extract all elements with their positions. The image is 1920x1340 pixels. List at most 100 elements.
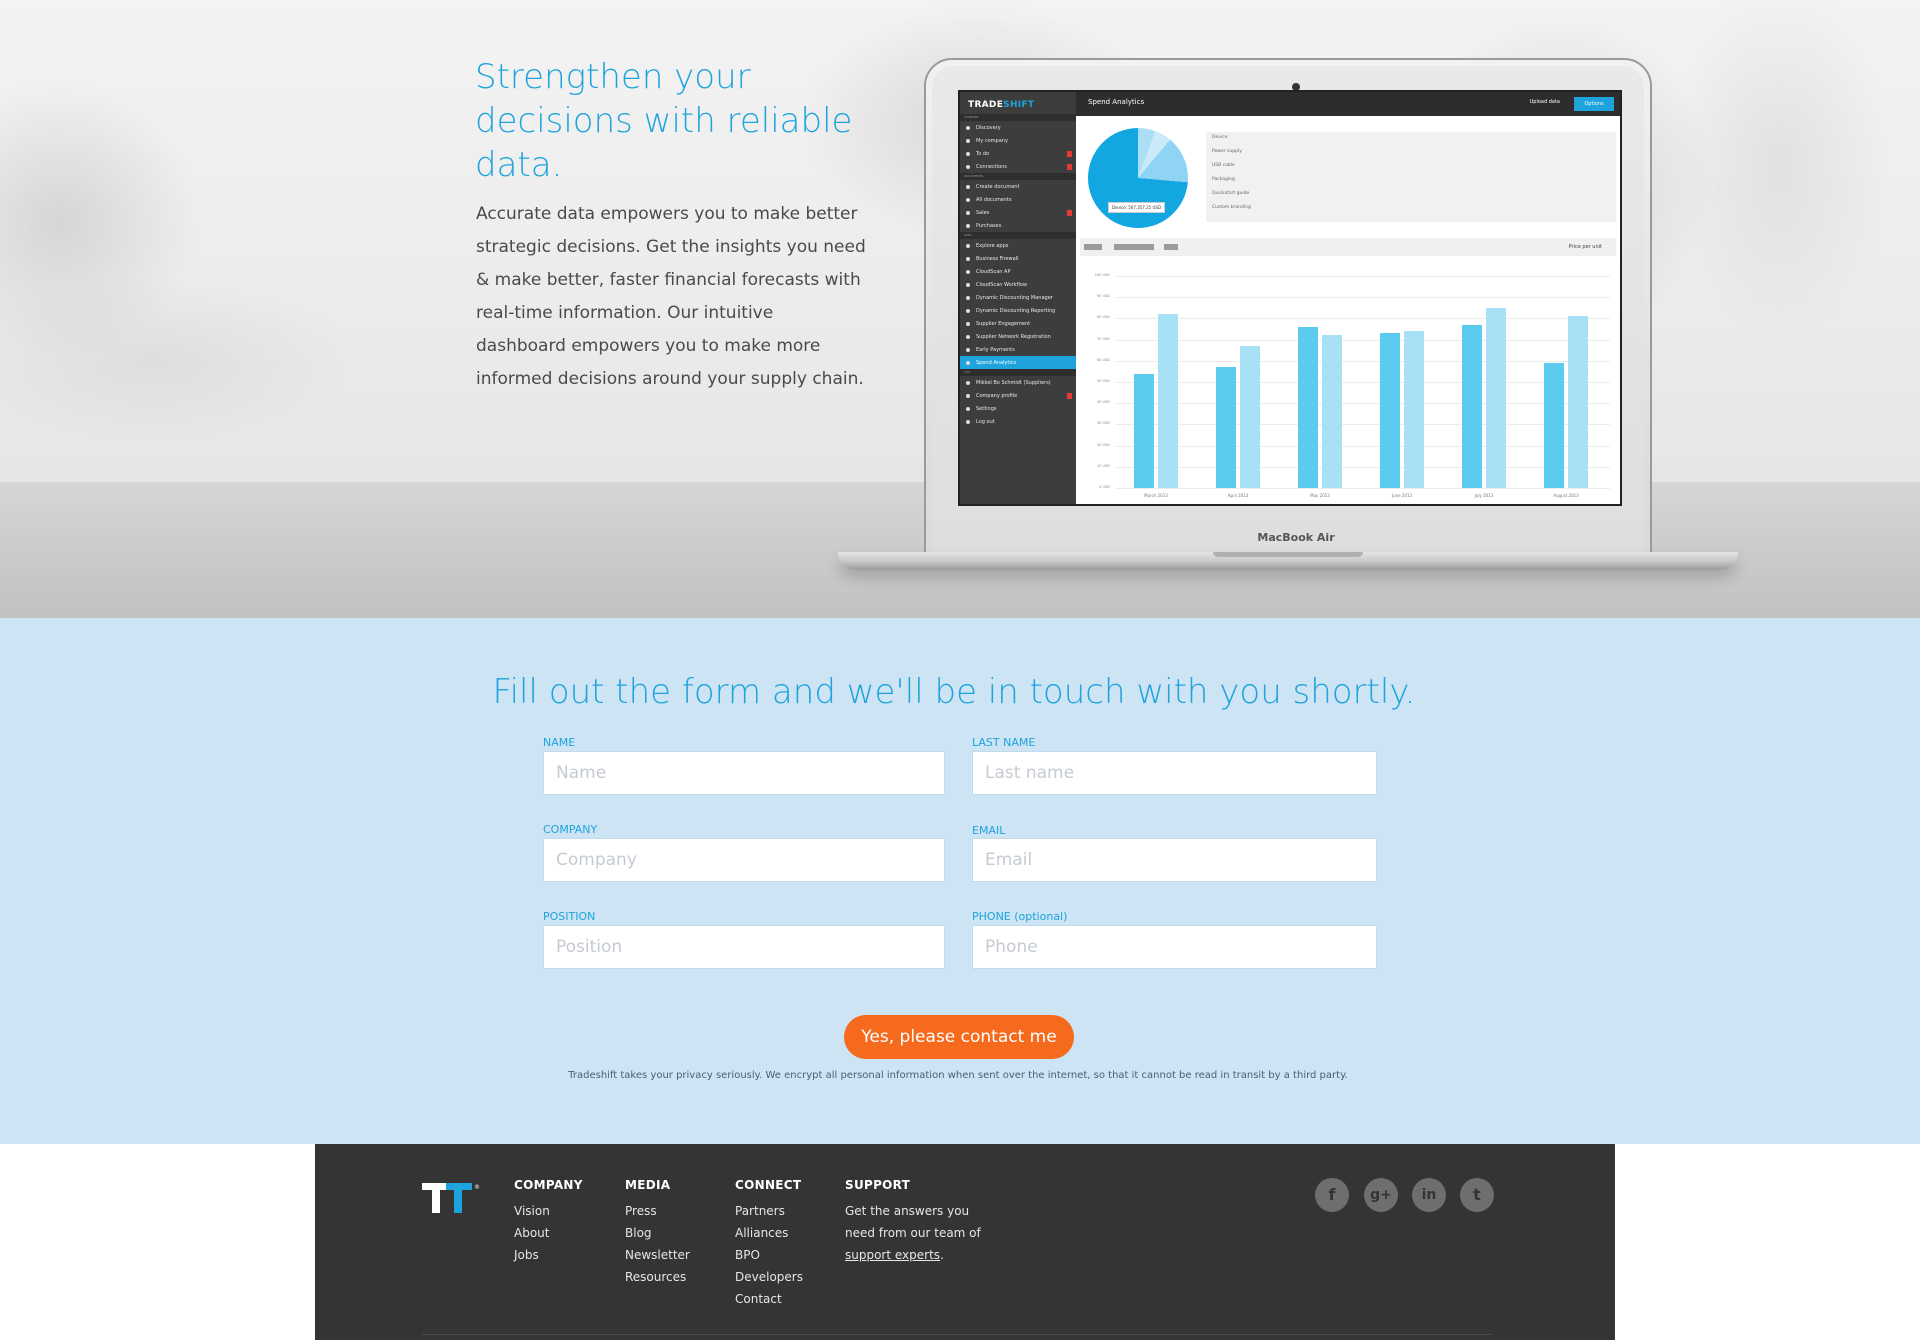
footer-support-heading: SUPPORT [845, 1178, 911, 1192]
app-logo: TRADESHIFT [968, 100, 1034, 110]
company-field[interactable] [543, 838, 945, 882]
tradeshift-logo-icon[interactable]: ® [422, 1180, 482, 1220]
laptop-screen: TRADESHIFT COMPANY Discovery My company To … [958, 90, 1622, 506]
sidebar-item-label: Dynamic Discounting Reporting [976, 308, 1056, 314]
sidebar-item-icon [966, 126, 970, 130]
facebook-icon[interactable]: f [1315, 1178, 1349, 1212]
support-text-after: . [940, 1248, 944, 1262]
footer-link-bpo[interactable]: BPO [735, 1244, 803, 1266]
contact-submit-button[interactable]: Yes, please contact me [844, 1015, 1074, 1059]
sidebar-item: Supplier Engagement [960, 317, 1076, 331]
chart-x-tick: March 2013 [1144, 493, 1168, 498]
sidebar-item-icon [966, 198, 970, 202]
hero-section: Strengthen your decisions with reliable … [0, 0, 1920, 618]
filter-tag [1114, 244, 1154, 250]
filter-tag [1164, 244, 1178, 250]
sidebar-item-icon [966, 361, 970, 365]
email-field[interactable] [972, 838, 1377, 882]
sidebar-item: Early Payments [960, 343, 1076, 357]
sidebar-item-label: All documents [976, 197, 1012, 203]
sidebar-item-icon [966, 139, 970, 143]
chart-bar-series-b [1568, 316, 1588, 488]
chart-gridline [1116, 276, 1610, 277]
sidebar-item: Business Firewall [960, 252, 1076, 266]
sidebar-item: Explore apps [960, 239, 1076, 253]
chart-gridline [1116, 445, 1610, 447]
chart-gridline [1116, 403, 1610, 405]
name-label: NAME [543, 736, 576, 749]
sidebar-item-label: Discovery [976, 125, 1001, 131]
form-title: Fill out the form and we'll be in touch … [492, 672, 1416, 712]
chart-gridline [1116, 318, 1610, 320]
email-label: EMAIL [972, 824, 1006, 837]
footer-divider [422, 1334, 1492, 1335]
sidebar-item: CloudScan AP [960, 265, 1076, 279]
footer-link-newsletter[interactable]: Newsletter [625, 1244, 690, 1266]
footer-link-press[interactable]: Press [625, 1200, 690, 1222]
app-options-button: Options [1574, 97, 1614, 111]
sidebar-item: Company profile [960, 389, 1076, 403]
footer-link-partners[interactable]: Partners [735, 1200, 803, 1222]
linkedin-icon[interactable]: in [1412, 1178, 1446, 1212]
notification-badge [1067, 151, 1072, 157]
chart-y-tick: 20 USD [1096, 442, 1110, 447]
chart-gridline [1116, 297, 1610, 299]
sidebar-item-label: Purchases [976, 223, 1002, 229]
app-pie-tooltip: Device: 567,357.25 USD [1108, 202, 1166, 213]
sidebar-item-icon [966, 224, 970, 228]
category-row: Quickstart guide [1212, 191, 1250, 196]
sidebar-item-icon [966, 420, 970, 424]
chart-y-tick: 30 USD [1096, 421, 1110, 426]
chart-bar-series-a [1544, 362, 1564, 488]
footer-company-column: COMPANY Vision About Jobs [514, 1178, 583, 1266]
footer-link-blog[interactable]: Blog [625, 1222, 690, 1244]
sidebar-item-label: Spend Analytics [976, 360, 1017, 366]
footer-link-jobs[interactable]: Jobs [514, 1244, 583, 1266]
company-label: COMPANY [543, 823, 598, 836]
chart-gridline [1116, 466, 1610, 468]
footer-media-heading: MEDIA [625, 1178, 671, 1192]
footer-link-contact[interactable]: Contact [735, 1288, 803, 1310]
app-sidebar: TRADESHIFT COMPANY Discovery My company To … [960, 92, 1076, 504]
footer-link-developers[interactable]: Developers [735, 1266, 803, 1288]
app-logo-accent: SHIFT [1003, 100, 1035, 110]
filter-tag [1084, 244, 1102, 250]
app-category-list: Device Power supply USB cable Packaging Quic… [1206, 132, 1616, 222]
name-field[interactable] [543, 751, 945, 795]
chart-bar-series-b [1486, 307, 1506, 488]
footer-connect-column: CONNECT Partners Alliances BPO Developer… [735, 1178, 803, 1310]
footer-link-about[interactable]: About [514, 1222, 583, 1244]
footer-link-alliances[interactable]: Alliances [735, 1222, 803, 1244]
phone-field[interactable] [972, 925, 1377, 969]
privacy-note: Tradeshift takes your privacy seriously.… [568, 1070, 1348, 1081]
sidebar-item-label: Mikkel Bo Schmidt (Suppliers) [976, 380, 1051, 386]
twitter-icon[interactable]: t [1460, 1178, 1494, 1212]
app-pie-chart [1088, 128, 1188, 228]
category-row: USB cable [1212, 163, 1235, 168]
sidebar-item: To do [960, 147, 1076, 161]
sidebar-item-icon [966, 152, 970, 156]
position-field[interactable] [543, 925, 945, 969]
footer-link-vision[interactable]: Vision [514, 1200, 583, 1222]
category-row: Packaging [1212, 177, 1235, 182]
last-name-field[interactable] [972, 751, 1377, 795]
chart-bar-series-a [1298, 326, 1318, 488]
chart-bar-series-b [1322, 335, 1342, 488]
notification-badge [1067, 393, 1072, 399]
sidebar-item: Connections [960, 160, 1076, 174]
category-row: Device [1212, 135, 1228, 140]
hero-description: Accurate data empowers you to make bette… [476, 204, 866, 389]
support-experts-link[interactable]: support experts [845, 1248, 940, 1262]
chart-gridline [1116, 382, 1610, 383]
sidebar-item-icon [966, 381, 970, 385]
sidebar-item-label: Create document [976, 184, 1020, 190]
footer-support-text: Get the answers you need from our team o… [845, 1200, 985, 1266]
laptop-mockup: MacBook Air TRADESHIFT COMPANY Discovery M… [838, 58, 1738, 578]
laptop-brand-label: MacBook Air [1257, 531, 1335, 544]
google-plus-icon[interactable]: g+ [1364, 1178, 1398, 1212]
chart-y-tick: 90 USD [1096, 294, 1110, 299]
app-bar-chart: 100 USD 90 USD 80 USD 70 USD 60 USD 50 USD 40 … [1080, 264, 1616, 500]
sidebar-item-icon [966, 257, 970, 261]
footer-link-resources[interactable]: Resources [625, 1266, 690, 1288]
sidebar-item: All documents [960, 193, 1076, 207]
